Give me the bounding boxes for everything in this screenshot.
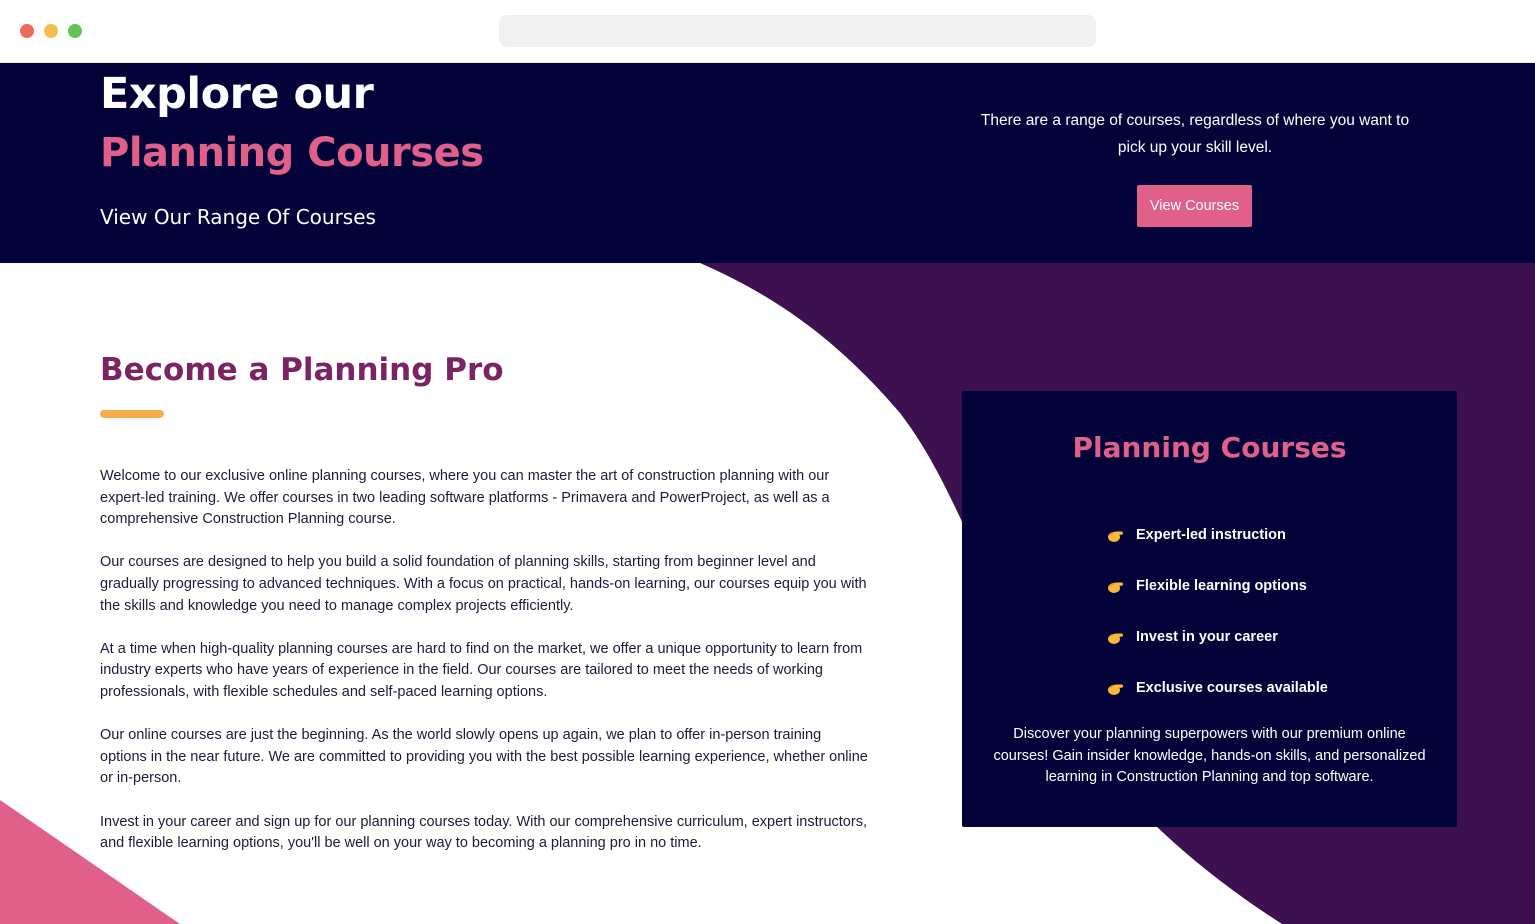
hero-description: There are a range of courses, regardless…: [980, 112, 1410, 156]
card-description: Discover your planning superpowers with …: [993, 726, 1426, 786]
hero-subtitle: View Our Range Of Courses: [100, 205, 376, 229]
paragraph: Invest in your career and sign up for ou…: [100, 813, 867, 852]
paragraph: Our courses are designed to help you bui…: [100, 554, 867, 614]
address-bar[interactable]: [499, 15, 1096, 47]
pointing-hand-icon: [1108, 633, 1123, 644]
feature-label: Invest in your career: [1136, 628, 1278, 645]
heading-underline: [100, 410, 164, 418]
window-minimize-dot[interactable]: [44, 24, 58, 38]
paragraph: At a time when high-quality planning cou…: [100, 640, 863, 700]
feature-item: Exclusive courses available: [1104, 662, 1328, 713]
feature-item: Expert-led instruction: [1104, 509, 1328, 560]
hero-banner: Explore our Planning Courses View Our Ra…: [0, 63, 1535, 263]
window-maximize-dot[interactable]: [68, 24, 82, 38]
feature-item: Invest in your career: [1104, 611, 1328, 662]
window-close-dot[interactable]: [20, 24, 34, 38]
hero-title-line1: Explore our: [100, 69, 374, 119]
pointing-hand-icon: [1108, 684, 1123, 695]
feature-label: Flexible learning options: [1136, 577, 1307, 594]
feature-label: Exclusive courses available: [1136, 679, 1328, 696]
feature-item: Flexible learning options: [1104, 560, 1328, 611]
feature-list: Expert-led instruction Flexible learning…: [1104, 509, 1328, 713]
paragraph: Welcome to our exclusive online planning…: [100, 468, 830, 528]
courses-card: Planning Courses Expert-led instruction …: [962, 391, 1457, 827]
pointing-hand-icon: [1108, 531, 1123, 542]
paragraph: Our online courses are just the beginnin…: [100, 727, 868, 787]
view-courses-button[interactable]: View Courses: [1137, 185, 1252, 227]
pointing-hand-icon: [1108, 582, 1123, 593]
browser-chrome: [0, 0, 1535, 63]
card-title: Planning Courses: [1072, 431, 1347, 464]
hero-title-line2: Planning Courses: [100, 130, 484, 176]
feature-label: Expert-led instruction: [1136, 526, 1286, 543]
section-heading: Become a Planning Pro: [100, 352, 504, 388]
intro-text: Welcome to our exclusive online planning…: [100, 466, 870, 876]
